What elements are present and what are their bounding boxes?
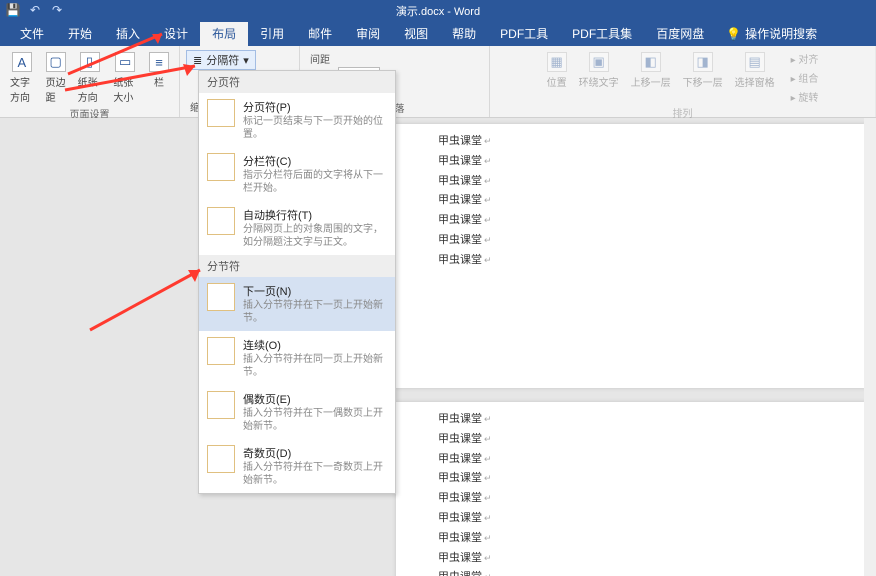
lightbulb-icon: 💡 xyxy=(726,27,741,41)
position-button: ▦位置 xyxy=(543,50,571,105)
menu-item[interactable]: 分栏符(C)指示分栏符后面的文字将从下一栏开始。 xyxy=(199,147,395,201)
send-backward-button: ◨下移一层 xyxy=(679,50,727,105)
menu-item[interactable]: 自动换行符(T)分隔网页上的对象周围的文字，如分隔题注文字与正文。 xyxy=(199,201,395,255)
undo-icon[interactable]: ↶ xyxy=(28,3,42,17)
menu-item-title: 下一页(N) xyxy=(243,283,387,299)
wrap-text-button: ▣环绕文字 xyxy=(575,50,623,105)
page-icon xyxy=(207,283,235,311)
menu-item-desc: 指示分栏符后面的文字将从下一栏开始。 xyxy=(243,169,387,195)
text-line[interactable]: 甲虫课堂 xyxy=(438,191,824,211)
tab-layout[interactable]: 布局 xyxy=(200,21,248,46)
menu-item-desc: 插入分节符并在下一奇数页上开始新节。 xyxy=(243,461,387,487)
menu-item-title: 奇数页(D) xyxy=(243,445,387,461)
tab-pdftools[interactable]: PDF工具 xyxy=(488,21,560,46)
menu-item[interactable]: 偶数页(E)插入分节符并在下一偶数页上开始新节。 xyxy=(199,385,395,439)
text-line[interactable]: 甲虫课堂 xyxy=(438,469,824,489)
text-line[interactable]: 甲虫课堂 xyxy=(438,410,824,430)
menu-item-title: 分栏符(C) xyxy=(243,153,387,169)
chevron-down-icon: ▾ xyxy=(243,54,249,67)
document-page-2[interactable]: 甲虫课堂甲虫课堂甲虫课堂甲虫课堂甲虫课堂甲虫课堂甲虫课堂甲虫课堂甲虫课堂甲虫课堂 xyxy=(396,402,866,576)
page-icon xyxy=(207,337,235,365)
page-icon xyxy=(207,207,235,235)
align-button: ▸ 对齐 xyxy=(787,50,823,67)
menu-item-title: 分页符(P) xyxy=(243,99,387,115)
tab-home[interactable]: 开始 xyxy=(56,21,104,46)
tab-mailings[interactable]: 邮件 xyxy=(296,21,344,46)
text-direction-button[interactable]: A文字方向 xyxy=(6,50,38,106)
page-icon xyxy=(207,99,235,127)
breaks-dropdown-menu: 分页符 分页符(P)标记一页结束与下一页开始的位置。分栏符(C)指示分栏符后面的… xyxy=(198,70,396,494)
menu-item-desc: 插入分节符并在下一偶数页上开始新节。 xyxy=(243,407,387,433)
menu-item[interactable]: 下一页(N)插入分节符并在下一页上开始新节。 xyxy=(199,277,395,331)
tab-file[interactable]: 文件 xyxy=(8,21,56,46)
text-line[interactable]: 甲虫课堂 xyxy=(438,568,824,576)
menu-item-title: 连续(O) xyxy=(243,337,387,353)
window-title: 演示.docx - Word xyxy=(396,3,480,19)
selection-pane-button[interactable]: ▤选择窗格 xyxy=(731,50,779,105)
text-line[interactable]: 甲虫课堂 xyxy=(438,132,824,152)
text-line[interactable]: 甲虫课堂 xyxy=(438,549,824,569)
breaks-icon: ≣ xyxy=(193,54,202,67)
text-line[interactable]: 甲虫课堂 xyxy=(438,450,824,470)
text-line[interactable]: 甲虫课堂 xyxy=(438,430,824,450)
text-line[interactable]: 甲虫课堂 xyxy=(438,509,824,529)
text-line[interactable]: 甲虫课堂 xyxy=(438,231,824,251)
group-page-setup: A文字方向 ▢页边距 ▯纸张方向 ▭纸张大小 ≡栏 页面设置 xyxy=(0,46,180,117)
tab-review[interactable]: 审阅 xyxy=(344,21,392,46)
bring-forward-button: ◧上移一层 xyxy=(627,50,675,105)
menu-item-title: 偶数页(E) xyxy=(243,391,387,407)
menu-item-desc: 分隔网页上的对象周围的文字，如分隔题注文字与正文。 xyxy=(243,223,387,249)
menu-item-desc: 标记一页结束与下一页开始的位置。 xyxy=(243,115,387,141)
menu-item-desc: 插入分节符并在同一页上开始新节。 xyxy=(243,353,387,379)
save-icon[interactable]: 💾 xyxy=(6,3,20,17)
tab-view[interactable]: 视图 xyxy=(392,21,440,46)
document-area: 甲虫课堂甲虫课堂甲虫课堂甲虫课堂甲虫课堂甲虫课堂甲虫课堂 甲虫课堂甲虫课堂甲虫课… xyxy=(0,118,876,576)
menu-item[interactable]: 奇数页(D)插入分节符并在下一奇数页上开始新节。 xyxy=(199,439,395,493)
breaks-button[interactable]: ≣ 分隔符 ▾ xyxy=(186,50,256,70)
page-icon xyxy=(207,153,235,181)
group-arrange: ▦位置 ▣环绕文字 ◧上移一层 ◨下移一层 ▤选择窗格 ▸ 对齐 ▸ 组合 ▸ … xyxy=(490,46,876,117)
menu-item-desc: 插入分节符并在下一页上开始新节。 xyxy=(243,299,387,325)
page-icon xyxy=(207,391,235,419)
redo-icon[interactable]: ↷ xyxy=(50,3,64,17)
tell-me-label: 操作说明搜索 xyxy=(745,25,817,42)
menu-item[interactable]: 分页符(P)标记一页结束与下一页开始的位置。 xyxy=(199,93,395,147)
text-line[interactable]: 甲虫课堂 xyxy=(438,529,824,549)
menu-item-title: 自动换行符(T) xyxy=(243,207,387,223)
tab-design[interactable]: 设计 xyxy=(152,21,200,46)
margins-button[interactable]: ▢页边距 xyxy=(42,50,70,106)
page-icon xyxy=(207,445,235,473)
document-page-1[interactable]: 甲虫课堂甲虫课堂甲虫课堂甲虫课堂甲虫课堂甲虫课堂甲虫课堂 xyxy=(396,124,866,388)
text-line[interactable]: 甲虫课堂 xyxy=(438,251,824,271)
title-bar: 💾 ↶ ↷ 演示.docx - Word xyxy=(0,0,876,22)
quick-access-toolbar: 💾 ↶ ↷ xyxy=(6,3,64,17)
text-line[interactable]: 甲虫课堂 xyxy=(438,211,824,231)
tab-insert[interactable]: 插入 xyxy=(104,21,152,46)
rotate-button: ▸ 旋转 xyxy=(787,88,823,105)
ribbon-panel: A文字方向 ▢页边距 ▯纸张方向 ▭纸张大小 ≡栏 页面设置 ≣ 分隔符 ▾ 缩… xyxy=(0,46,876,118)
tell-me-search[interactable]: 💡 操作说明搜索 xyxy=(716,21,827,46)
size-button[interactable]: ▭纸张大小 xyxy=(109,50,141,106)
menu-item[interactable]: 连续(O)插入分节符并在同一页上开始新节。 xyxy=(199,331,395,385)
menu-header-section-breaks: 分节符 xyxy=(199,255,395,277)
text-line[interactable]: 甲虫课堂 xyxy=(438,172,824,192)
group-objects-button: ▸ 组合 xyxy=(787,69,823,86)
menu-header-page-breaks: 分页符 xyxy=(199,71,395,93)
text-line[interactable]: 甲虫课堂 xyxy=(438,489,824,509)
vertical-scrollbar[interactable] xyxy=(864,118,876,576)
tab-baidu[interactable]: 百度网盘 xyxy=(644,21,716,46)
spacing-label: 间距 xyxy=(306,50,334,67)
ribbon-tabs: 文件 开始 插入 设计 布局 引用 邮件 审阅 视图 帮助 PDF工具 PDF工… xyxy=(0,22,876,46)
text-line[interactable]: 甲虫课堂 xyxy=(438,152,824,172)
tab-references[interactable]: 引用 xyxy=(248,21,296,46)
tab-pdftoolset[interactable]: PDF工具集 xyxy=(560,21,644,46)
tab-help[interactable]: 帮助 xyxy=(440,21,488,46)
orientation-button[interactable]: ▯纸张方向 xyxy=(74,50,106,106)
columns-button[interactable]: ≡栏 xyxy=(145,50,173,106)
